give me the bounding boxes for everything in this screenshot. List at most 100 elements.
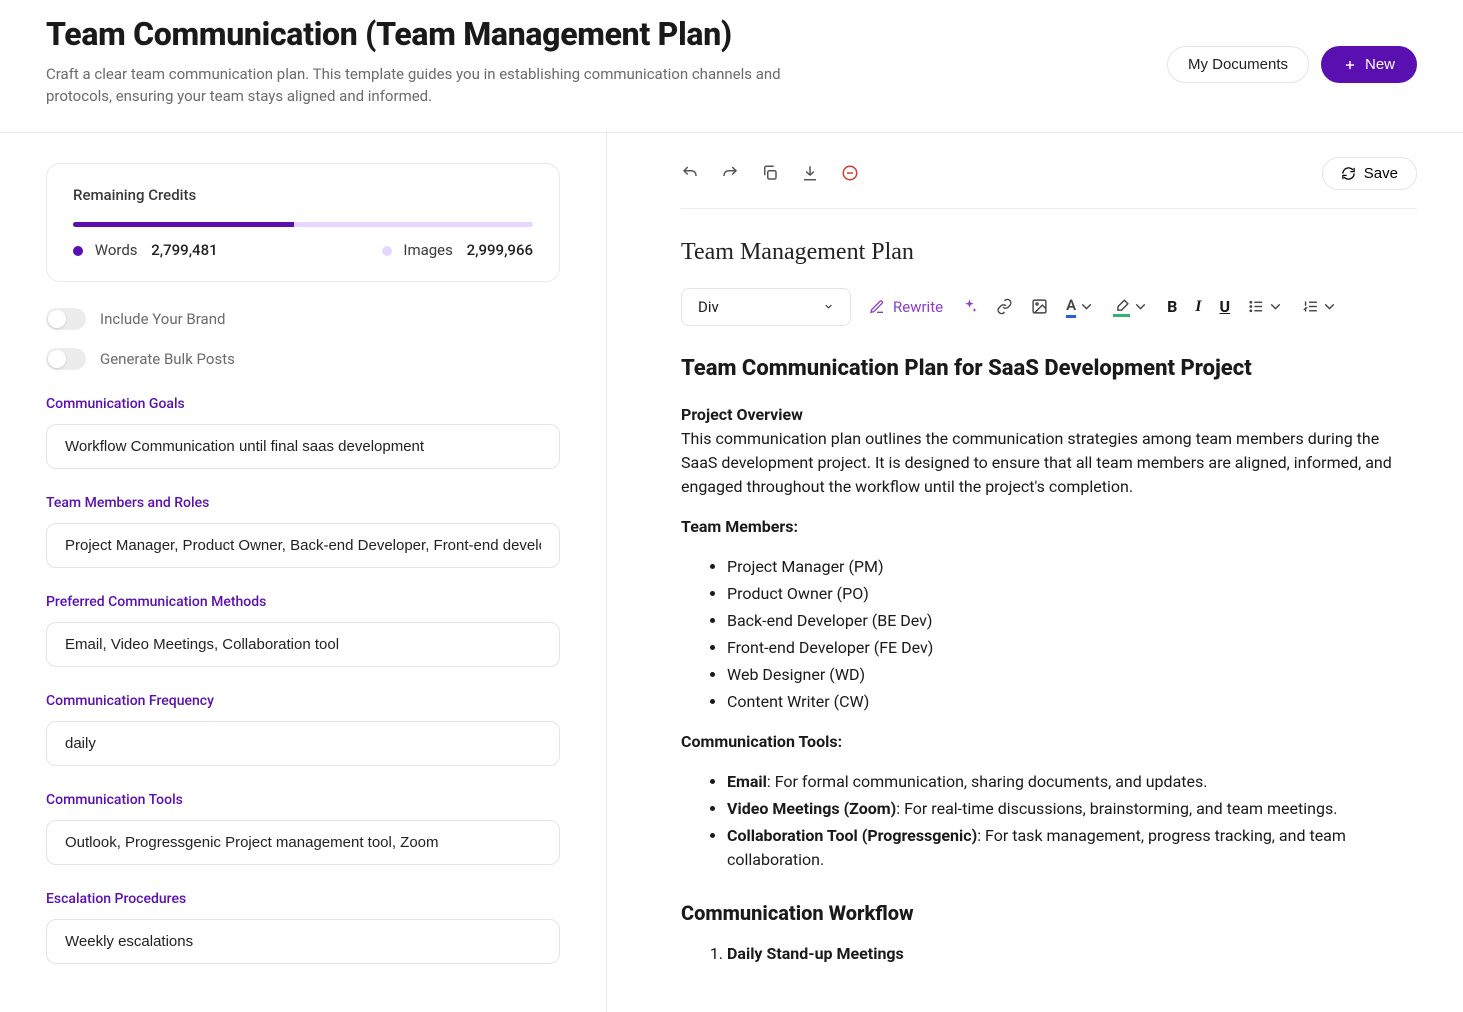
redo-icon[interactable] — [721, 164, 739, 182]
toggle-brand-row: Include Your Brand — [46, 308, 560, 330]
new-button[interactable]: New — [1321, 46, 1417, 83]
label-escalation: Escalation Procedures — [46, 891, 560, 907]
list-item: Email: For formal communication, sharing… — [727, 770, 1417, 794]
toggle-brand-label: Include Your Brand — [100, 310, 225, 328]
input-tools[interactable] — [46, 820, 560, 865]
input-methods[interactable] — [46, 622, 560, 667]
document-heading: Team Management Plan — [681, 239, 1417, 266]
italic-button[interactable]: I — [1195, 298, 1201, 316]
field-tools: Communication Tools — [46, 792, 560, 865]
undo-icon[interactable] — [681, 164, 699, 182]
team-members-list: Project Manager (PM) Product Owner (PO) Ba… — [681, 555, 1417, 714]
dot-icon — [73, 246, 83, 256]
input-frequency[interactable] — [46, 721, 560, 766]
dot-icon — [382, 246, 392, 256]
field-methods: Preferred Communication Methods — [46, 594, 560, 667]
workflow-item: Daily Stand-up Meetings — [727, 942, 1417, 966]
list-item: Front-end Developer (FE Dev) — [727, 636, 1417, 660]
list-item: Back-end Developer (BE Dev) — [727, 609, 1417, 633]
save-label: Save — [1364, 165, 1398, 182]
tools-list: Email: For formal communication, sharing… — [681, 770, 1417, 872]
link-icon[interactable] — [996, 298, 1013, 315]
credits-words: Words 2,799,481 — [73, 241, 218, 259]
sparkle-icon[interactable] — [961, 298, 978, 315]
overview-label: Project Overview — [681, 405, 803, 424]
document-body[interactable]: Team Communication Plan for SaaS Develop… — [681, 352, 1417, 966]
list-item: Project Manager (PM) — [727, 555, 1417, 579]
toggle-bulk-posts[interactable] — [46, 348, 86, 370]
field-escalation: Escalation Procedures — [46, 891, 560, 964]
editor-toolbar-top: Save — [681, 157, 1417, 209]
field-members: Team Members and Roles — [46, 495, 560, 568]
bold-button[interactable]: B — [1167, 297, 1177, 316]
page-description: Craft a clear team communication plan. T… — [46, 64, 806, 108]
text-color-icon[interactable]: A — [1066, 296, 1095, 318]
field-goals: Communication Goals — [46, 396, 560, 469]
main-layout: Remaining Credits Words 2,799,481 Images… — [0, 133, 1463, 1012]
save-button[interactable]: Save — [1322, 157, 1417, 190]
team-members-label: Team Members: — [681, 515, 1417, 539]
toggle-bulk-label: Generate Bulk Posts — [100, 350, 235, 368]
toolbar-left-group — [681, 164, 859, 182]
chevron-down-icon — [1078, 298, 1095, 315]
images-value: 2,999,966 — [467, 241, 533, 259]
overview-text: This communication plan outlines the com… — [681, 429, 1392, 496]
list-item: Video Meetings (Zoom): For real-time dis… — [727, 797, 1417, 821]
block-type-label: Div — [698, 298, 719, 316]
download-icon[interactable] — [801, 164, 819, 182]
tools-label: Communication Tools: — [681, 730, 1417, 754]
input-escalation[interactable] — [46, 919, 560, 964]
credits-title: Remaining Credits — [73, 186, 533, 204]
my-documents-button[interactable]: My Documents — [1167, 46, 1309, 83]
formatting-toolbar: Div Rewrite A B I U — [681, 288, 1417, 326]
image-icon[interactable] — [1031, 298, 1048, 315]
numbered-list-icon[interactable] — [1302, 298, 1338, 315]
credits-progress — [73, 222, 533, 227]
label-goals: Communication Goals — [46, 396, 560, 412]
label-tools: Communication Tools — [46, 792, 560, 808]
page-header: Team Communication (Team Management Plan… — [0, 0, 1463, 133]
form-sidebar: Remaining Credits Words 2,799,481 Images… — [0, 133, 606, 1012]
underline-button[interactable]: U — [1220, 297, 1231, 316]
input-members[interactable] — [46, 523, 560, 568]
new-button-label: New — [1365, 56, 1395, 73]
doc-main-title: Team Communication Plan for SaaS Develop… — [681, 352, 1417, 385]
block-type-select[interactable]: Div — [681, 288, 851, 326]
editor-panel: Save Team Management Plan Div Rewrite A — [606, 133, 1463, 1012]
credits-card: Remaining Credits Words 2,799,481 Images… — [46, 163, 560, 282]
remove-icon[interactable] — [841, 164, 859, 182]
header-left: Team Communication (Team Management Plan… — [46, 14, 806, 108]
workflow-title: Communication Workflow — [681, 898, 1417, 928]
pen-icon — [869, 299, 885, 315]
refresh-icon — [1341, 166, 1356, 181]
chevron-down-icon — [823, 301, 834, 312]
project-overview: Project Overview This communication plan… — [681, 403, 1417, 499]
label-frequency: Communication Frequency — [46, 693, 560, 709]
chevron-down-icon — [1321, 298, 1338, 315]
field-frequency: Communication Frequency — [46, 693, 560, 766]
bullet-list-icon[interactable] — [1248, 298, 1284, 315]
words-value: 2,799,481 — [151, 241, 217, 259]
label-methods: Preferred Communication Methods — [46, 594, 560, 610]
chevron-down-icon — [1267, 298, 1284, 315]
list-item: Collaboration Tool (Progressgenic): For … — [727, 824, 1417, 872]
input-goals[interactable] — [46, 424, 560, 469]
workflow-list: Daily Stand-up Meetings — [681, 942, 1417, 966]
toggle-bulk-row: Generate Bulk Posts — [46, 348, 560, 370]
page-title: Team Communication (Team Management Plan… — [46, 14, 806, 54]
list-item: Product Owner (PO) — [727, 582, 1417, 606]
copy-icon[interactable] — [761, 164, 779, 182]
credits-progress-bar — [73, 222, 294, 227]
chevron-down-icon — [1132, 298, 1149, 315]
toggle-include-brand[interactable] — [46, 308, 86, 330]
images-label: Images — [403, 241, 453, 259]
rewrite-button[interactable]: Rewrite — [869, 298, 943, 316]
words-label: Words — [95, 241, 138, 259]
credits-row: Words 2,799,481 Images 2,999,966 — [73, 241, 533, 259]
label-members: Team Members and Roles — [46, 495, 560, 511]
highlight-color-icon[interactable] — [1113, 296, 1149, 317]
list-item: Web Designer (WD) — [727, 663, 1417, 687]
header-actions: My Documents New — [1167, 46, 1417, 83]
rewrite-label: Rewrite — [893, 298, 943, 316]
plus-icon — [1343, 58, 1357, 72]
